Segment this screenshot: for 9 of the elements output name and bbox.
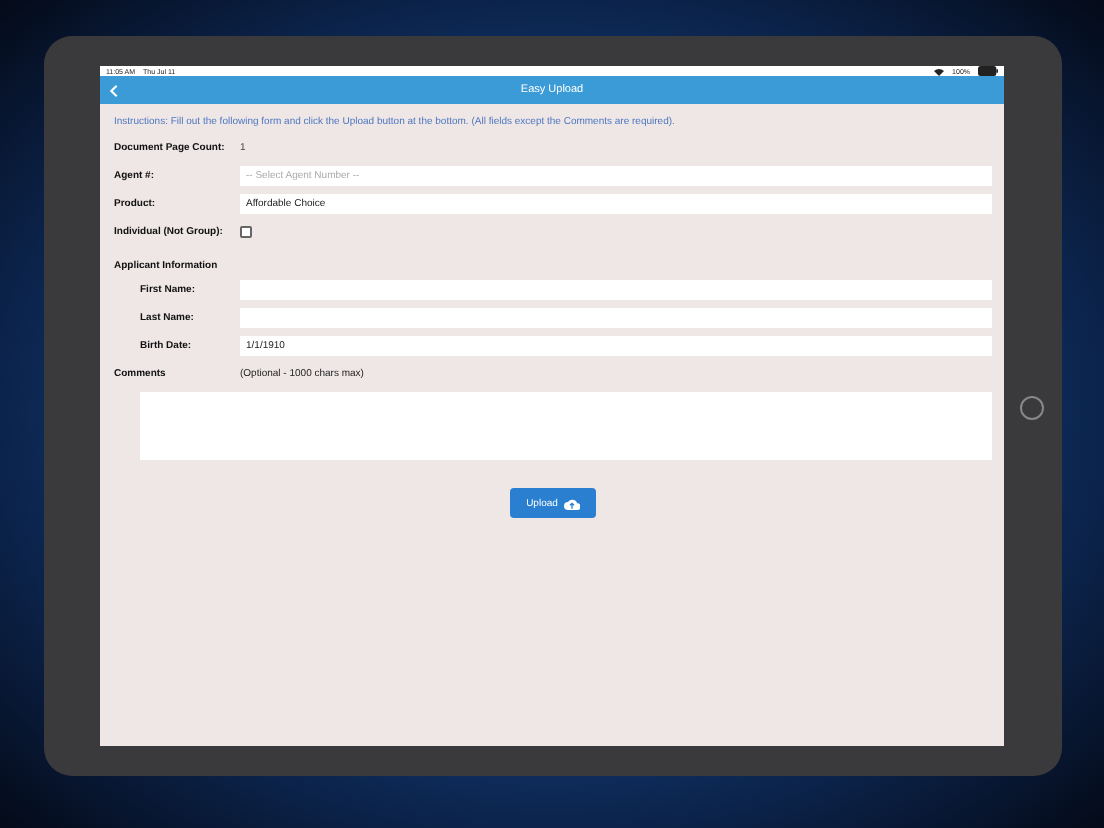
battery-icon [978, 66, 998, 76]
home-button[interactable] [1020, 396, 1044, 420]
comments-field[interactable] [140, 392, 992, 460]
back-icon[interactable] [110, 83, 118, 97]
cloud-upload-icon [563, 497, 580, 509]
wifi-icon [934, 67, 945, 75]
input-field[interactable] [240, 308, 992, 328]
input-field[interactable] [240, 280, 992, 300]
checkbox[interactable] [240, 226, 252, 238]
